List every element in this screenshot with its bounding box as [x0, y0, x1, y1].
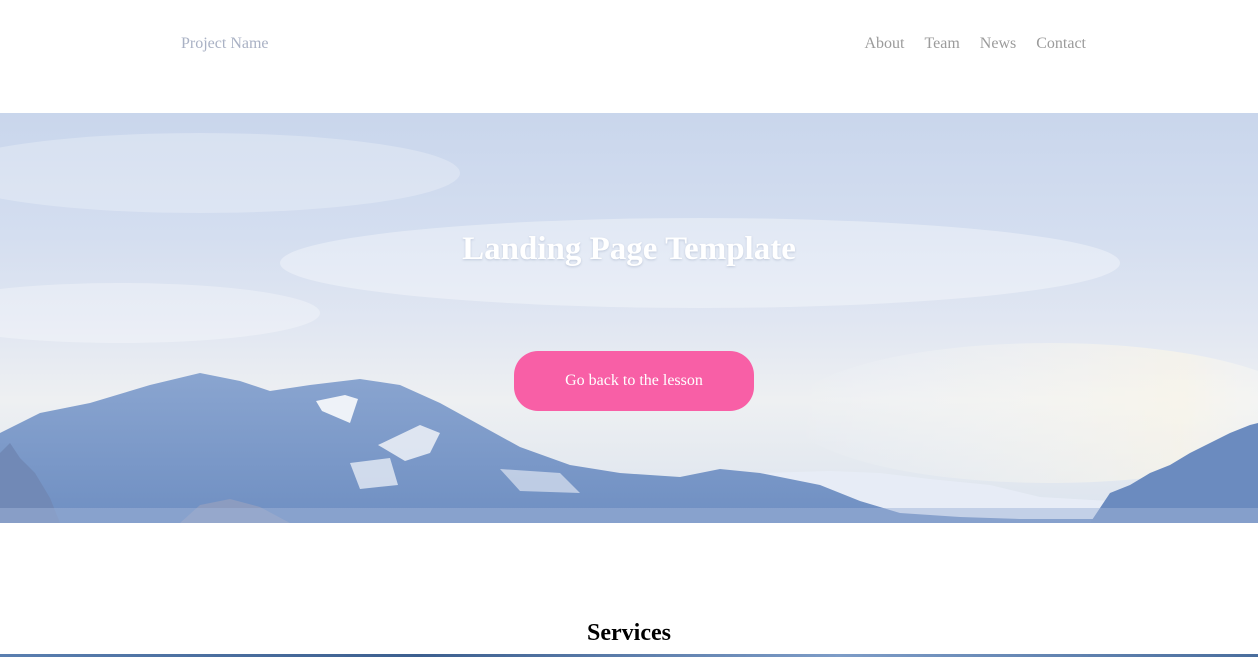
nav-link-contact[interactable]: Contact [1036, 35, 1086, 53]
nav-link-about[interactable]: About [864, 35, 904, 53]
go-back-button[interactable]: Go back to the lesson [514, 351, 754, 411]
nav-link-team[interactable]: Team [924, 35, 959, 53]
mountain-landscape-image [0, 133, 1258, 523]
brand-link[interactable]: Project Name [181, 35, 269, 53]
nav-link-news[interactable]: News [980, 35, 1016, 53]
services-heading: Services [587, 620, 671, 646]
hero-section: Landing Page Template Go back to the les… [0, 113, 1258, 523]
hero-title: Landing Page Template [462, 231, 796, 267]
nav-links: About Team News Contact [864, 35, 1086, 53]
top-navbar: Project Name About Team News Contact [0, 0, 1258, 113]
